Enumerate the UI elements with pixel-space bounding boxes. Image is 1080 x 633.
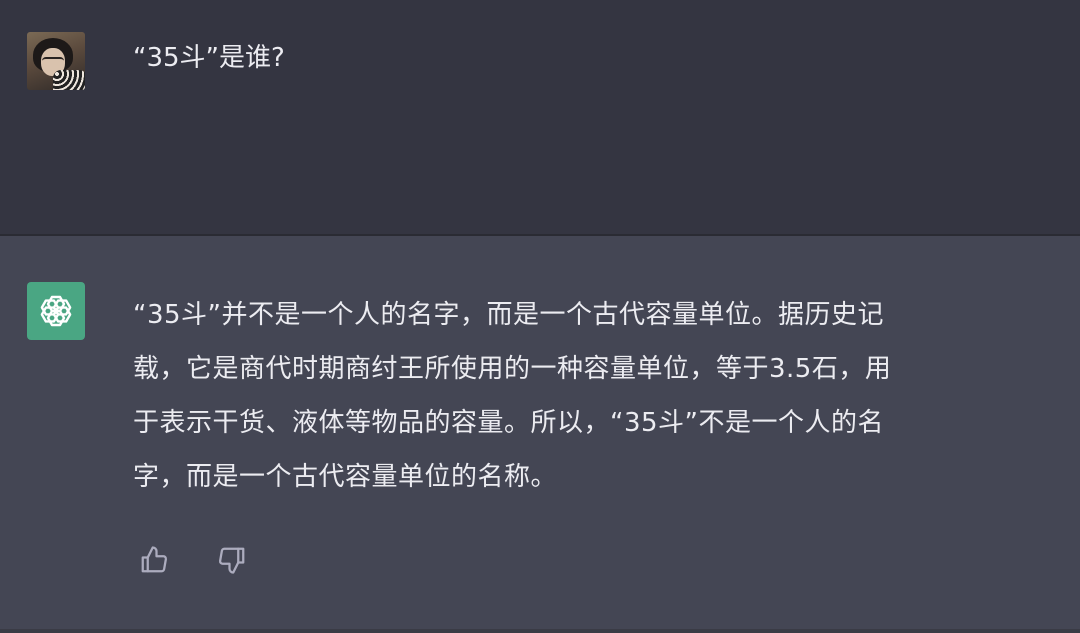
assistant-avatar: [27, 282, 85, 340]
bottom-divider: [0, 629, 1080, 633]
assistant-message-line: 载，它是商代时期商纣王所使用的一种容量单位，等于3.5石，用: [133, 354, 892, 384]
thumbs-up-button[interactable]: [137, 543, 171, 577]
assistant-message-row: “35斗”并不是一个人的名字，而是一个古代容量单位。据历史记 载，它是商代时期商…: [0, 236, 1080, 629]
thumbs-down-icon: [219, 547, 245, 574]
assistant-message-line: 字，而是一个古代容量单位的名称。: [133, 462, 558, 492]
thumbs-up-icon: [141, 546, 167, 573]
avatar-glasses: [42, 57, 64, 65]
assistant-message-line: “35斗”并不是一个人的名字，而是一个古代容量单位。据历史记: [133, 300, 885, 330]
openai-logo-icon: [40, 295, 72, 327]
user-message-text: “35斗”是谁?: [133, 43, 285, 73]
assistant-message-line: 于表示干货、液体等物品的容量。所以，“35斗”不是一个人的名: [133, 408, 885, 438]
chat-conversation: “35斗”是谁? “35斗”并不是一个人的名字，而是一个古代容量单位。据历史记 …: [0, 0, 1080, 633]
user-avatar: [27, 32, 85, 90]
user-message-row: “35斗”是谁?: [0, 0, 1080, 236]
thumbs-down-button[interactable]: [215, 543, 249, 577]
avatar-shirt: [53, 70, 85, 90]
assistant-message-text: “35斗”并不是一个人的名字，而是一个古代容量单位。据历史记 载，它是商代时期商…: [133, 288, 1033, 504]
